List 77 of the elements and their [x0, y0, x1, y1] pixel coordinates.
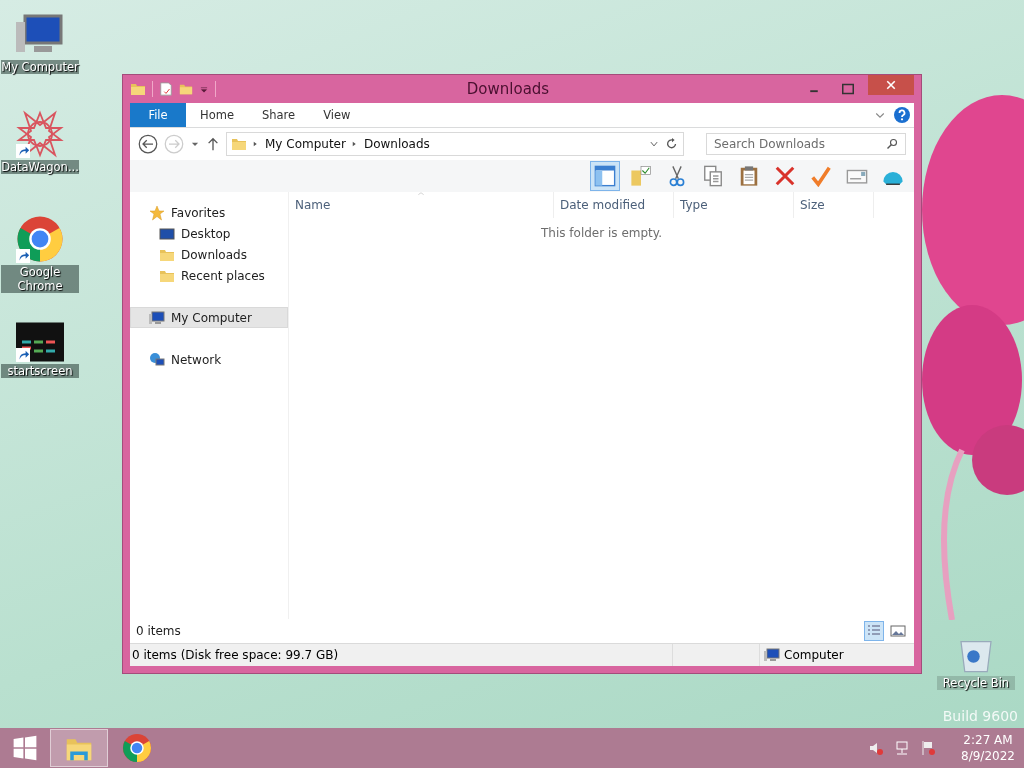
breadcrumb-arrow-icon	[253, 140, 259, 148]
desktop-icon-label[interactable]: Google Chrome	[1, 265, 79, 293]
dropdown-caret-icon	[199, 84, 209, 94]
column-header[interactable]: Type	[674, 192, 794, 218]
windows-logo-icon	[12, 735, 38, 761]
status-text: 0 items (Disk free space: 99.7 GB)	[131, 648, 340, 662]
checkmark-icon	[810, 165, 832, 187]
copy-icon	[702, 165, 724, 187]
new-folder-icon	[179, 82, 193, 96]
refresh-icon	[665, 137, 679, 151]
ribbon-tab[interactable]: View	[309, 103, 365, 127]
item-count: 0 items	[136, 624, 182, 638]
status-location: Computer	[784, 648, 844, 662]
maximize-icon	[842, 83, 854, 95]
star-icon	[149, 204, 165, 221]
dropdown-caret-icon	[649, 139, 659, 149]
up-arrow-icon	[206, 137, 220, 151]
preview-pane-icon	[594, 165, 616, 187]
search-icon	[886, 138, 898, 150]
speaker-muted-icon	[868, 740, 884, 756]
globe-computer-icon	[149, 351, 165, 368]
computer-icon	[149, 309, 165, 326]
tray-button[interactable]	[920, 740, 936, 756]
nav-item[interactable]: Favorites	[130, 202, 288, 223]
flag-icon	[920, 740, 936, 756]
folder-checkbox-icon	[630, 165, 652, 187]
tray-button[interactable]	[894, 740, 910, 756]
nav-item[interactable]: Recent places	[130, 265, 288, 286]
search-field[interactable]: Search Downloads	[706, 133, 906, 155]
delete-icon	[774, 165, 796, 187]
desktop-icon	[159, 225, 175, 242]
refresh-button[interactable]	[665, 137, 679, 151]
file-menu-button[interactable]: File	[130, 103, 186, 127]
computer-icon	[764, 647, 780, 663]
properties-icon	[159, 81, 173, 97]
column-header[interactable]: Name	[289, 192, 554, 218]
details-view-button[interactable]	[864, 621, 884, 641]
desktop-icon-label[interactable]: My Computer	[1, 60, 79, 74]
breadcrumb-item[interactable]: Downloads	[363, 137, 430, 151]
taskbar-app-button[interactable]	[50, 729, 108, 767]
chrome-icon	[122, 733, 152, 763]
shortcut-arrow-icon	[16, 144, 30, 158]
shortcut-arrow-icon	[16, 348, 30, 362]
os-build-text: Build 9600	[942, 708, 1018, 724]
empty-folder-message: This folder is empty.	[540, 226, 663, 240]
close-icon	[886, 80, 896, 90]
breadcrumb-arrow-icon	[351, 140, 358, 148]
ribbon-tab[interactable]: Home	[186, 103, 248, 127]
address-bar[interactable]: My Computer Downloads	[226, 132, 684, 156]
nav-item[interactable]: Desktop	[130, 223, 288, 244]
toolbar-button[interactable]	[590, 161, 620, 191]
folder-download-icon	[231, 136, 247, 152]
help-button[interactable]	[894, 107, 910, 123]
nav-item[interactable]: Network	[130, 349, 288, 370]
breadcrumb-item[interactable]: My Computer	[265, 137, 346, 151]
folder-download-icon	[130, 81, 146, 97]
shortcut-arrow-icon	[16, 249, 30, 263]
close-button[interactable]	[868, 75, 914, 95]
nav-item[interactable]: My Computer	[130, 307, 288, 328]
window-title: Downloads	[465, 80, 551, 98]
column-header[interactable]: Size	[794, 192, 874, 218]
nav-item[interactable]: Downloads	[130, 244, 288, 265]
clipboard-icon	[738, 165, 760, 187]
desktop-icon-label[interactable]: DataWagon...	[1, 160, 79, 174]
up-button[interactable]	[206, 137, 220, 151]
back-icon	[138, 134, 158, 154]
forward-icon	[164, 134, 184, 154]
back-button[interactable]	[138, 134, 158, 154]
tray-button[interactable]	[868, 740, 884, 756]
picture-icon	[890, 623, 906, 639]
column-header[interactable]: Date modified	[554, 192, 674, 218]
network-icon	[894, 740, 910, 756]
chrome-icon	[16, 215, 64, 263]
desktop-icon-label[interactable]: startscreen	[1, 364, 79, 378]
tiles-icon	[16, 322, 64, 362]
star-pattern-icon	[16, 110, 64, 158]
ribbon-tab[interactable]: Share	[247, 103, 310, 127]
